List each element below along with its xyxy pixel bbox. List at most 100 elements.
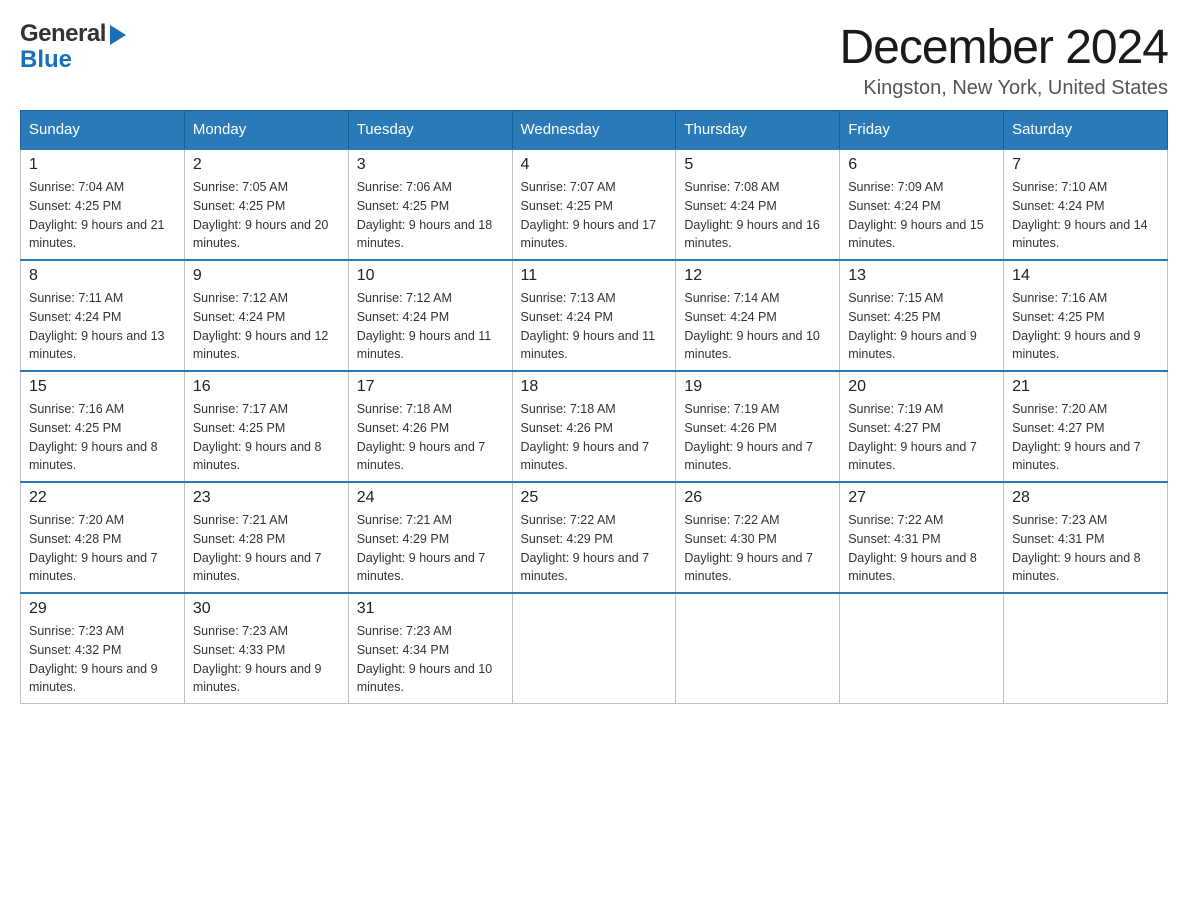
day-info: Sunrise: 7:17 AM Sunset: 4:25 PM Dayligh… (193, 400, 340, 475)
day-info: Sunrise: 7:14 AM Sunset: 4:24 PM Dayligh… (684, 289, 831, 364)
daylight-label: Daylight: 9 hours and 9 minutes. (193, 662, 322, 695)
sunset-label: Sunset: 4:25 PM (357, 199, 449, 213)
day-cell: 11 Sunrise: 7:13 AM Sunset: 4:24 PM Dayl… (512, 260, 676, 371)
daylight-label: Daylight: 9 hours and 7 minutes. (193, 551, 322, 584)
sunset-label: Sunset: 4:25 PM (848, 310, 940, 324)
day-number: 2 (193, 156, 340, 174)
day-cell: 10 Sunrise: 7:12 AM Sunset: 4:24 PM Dayl… (348, 260, 512, 371)
col-header-tuesday: Tuesday (348, 111, 512, 150)
sunset-label: Sunset: 4:27 PM (848, 421, 940, 435)
sunrise-label: Sunrise: 7:12 AM (193, 291, 288, 305)
daylight-label: Daylight: 9 hours and 9 minutes. (29, 662, 158, 695)
col-header-sunday: Sunday (21, 111, 185, 150)
day-number: 25 (521, 489, 668, 507)
sunset-label: Sunset: 4:30 PM (684, 532, 776, 546)
day-number: 24 (357, 489, 504, 507)
daylight-label: Daylight: 9 hours and 18 minutes. (357, 218, 493, 251)
sunset-label: Sunset: 4:27 PM (1012, 421, 1104, 435)
day-cell: 22 Sunrise: 7:20 AM Sunset: 4:28 PM Dayl… (21, 482, 185, 593)
day-info: Sunrise: 7:10 AM Sunset: 4:24 PM Dayligh… (1012, 178, 1159, 253)
daylight-label: Daylight: 9 hours and 12 minutes. (193, 329, 329, 362)
sunset-label: Sunset: 4:26 PM (521, 421, 613, 435)
day-cell: 24 Sunrise: 7:21 AM Sunset: 4:29 PM Dayl… (348, 482, 512, 593)
day-cell (1004, 593, 1168, 704)
day-cell: 6 Sunrise: 7:09 AM Sunset: 4:24 PM Dayli… (840, 149, 1004, 260)
sunset-label: Sunset: 4:24 PM (684, 310, 776, 324)
sunrise-label: Sunrise: 7:19 AM (848, 402, 943, 416)
day-cell: 7 Sunrise: 7:10 AM Sunset: 4:24 PM Dayli… (1004, 149, 1168, 260)
sunset-label: Sunset: 4:31 PM (1012, 532, 1104, 546)
daylight-label: Daylight: 9 hours and 7 minutes. (521, 440, 650, 473)
sunset-label: Sunset: 4:24 PM (29, 310, 121, 324)
day-number: 27 (848, 489, 995, 507)
title-block: December 2024 Kingston, New York, United… (839, 20, 1168, 100)
daylight-label: Daylight: 9 hours and 11 minutes. (521, 329, 656, 362)
day-number: 15 (29, 378, 176, 396)
daylight-label: Daylight: 9 hours and 21 minutes. (29, 218, 165, 251)
day-cell: 18 Sunrise: 7:18 AM Sunset: 4:26 PM Dayl… (512, 371, 676, 482)
day-cell: 26 Sunrise: 7:22 AM Sunset: 4:30 PM Dayl… (676, 482, 840, 593)
day-info: Sunrise: 7:09 AM Sunset: 4:24 PM Dayligh… (848, 178, 995, 253)
sunrise-label: Sunrise: 7:10 AM (1012, 180, 1107, 194)
day-cell: 8 Sunrise: 7:11 AM Sunset: 4:24 PM Dayli… (21, 260, 185, 371)
day-info: Sunrise: 7:12 AM Sunset: 4:24 PM Dayligh… (357, 289, 504, 364)
daylight-label: Daylight: 9 hours and 8 minutes. (193, 440, 322, 473)
day-info: Sunrise: 7:23 AM Sunset: 4:34 PM Dayligh… (357, 622, 504, 697)
week-row-5: 29 Sunrise: 7:23 AM Sunset: 4:32 PM Dayl… (21, 593, 1168, 704)
sunrise-label: Sunrise: 7:09 AM (848, 180, 943, 194)
sunset-label: Sunset: 4:24 PM (1012, 199, 1104, 213)
day-number: 5 (684, 156, 831, 174)
day-number: 6 (848, 156, 995, 174)
day-cell: 30 Sunrise: 7:23 AM Sunset: 4:33 PM Dayl… (184, 593, 348, 704)
sunset-label: Sunset: 4:26 PM (684, 421, 776, 435)
sunrise-label: Sunrise: 7:07 AM (521, 180, 616, 194)
sunrise-label: Sunrise: 7:13 AM (521, 291, 616, 305)
sunrise-label: Sunrise: 7:20 AM (1012, 402, 1107, 416)
day-number: 23 (193, 489, 340, 507)
sunset-label: Sunset: 4:25 PM (29, 421, 121, 435)
day-cell: 19 Sunrise: 7:19 AM Sunset: 4:26 PM Dayl… (676, 371, 840, 482)
day-number: 30 (193, 600, 340, 618)
col-header-wednesday: Wednesday (512, 111, 676, 150)
sunrise-label: Sunrise: 7:14 AM (684, 291, 779, 305)
daylight-label: Daylight: 9 hours and 7 minutes. (684, 551, 813, 584)
day-cell: 25 Sunrise: 7:22 AM Sunset: 4:29 PM Dayl… (512, 482, 676, 593)
day-number: 20 (848, 378, 995, 396)
sunrise-label: Sunrise: 7:06 AM (357, 180, 452, 194)
day-info: Sunrise: 7:18 AM Sunset: 4:26 PM Dayligh… (521, 400, 668, 475)
sunrise-label: Sunrise: 7:12 AM (357, 291, 452, 305)
day-cell: 15 Sunrise: 7:16 AM Sunset: 4:25 PM Dayl… (21, 371, 185, 482)
sunset-label: Sunset: 4:29 PM (357, 532, 449, 546)
daylight-label: Daylight: 9 hours and 7 minutes. (848, 440, 977, 473)
sunrise-label: Sunrise: 7:16 AM (29, 402, 124, 416)
day-info: Sunrise: 7:20 AM Sunset: 4:27 PM Dayligh… (1012, 400, 1159, 475)
daylight-label: Daylight: 9 hours and 7 minutes. (29, 551, 158, 584)
day-info: Sunrise: 7:22 AM Sunset: 4:31 PM Dayligh… (848, 511, 995, 586)
day-info: Sunrise: 7:19 AM Sunset: 4:27 PM Dayligh… (848, 400, 995, 475)
week-row-3: 15 Sunrise: 7:16 AM Sunset: 4:25 PM Dayl… (21, 371, 1168, 482)
daylight-label: Daylight: 9 hours and 17 minutes. (521, 218, 657, 251)
sunset-label: Sunset: 4:32 PM (29, 643, 121, 657)
daylight-label: Daylight: 9 hours and 7 minutes. (357, 440, 486, 473)
sunset-label: Sunset: 4:25 PM (29, 199, 121, 213)
day-info: Sunrise: 7:23 AM Sunset: 4:31 PM Dayligh… (1012, 511, 1159, 586)
sunrise-label: Sunrise: 7:15 AM (848, 291, 943, 305)
day-number: 29 (29, 600, 176, 618)
day-cell: 12 Sunrise: 7:14 AM Sunset: 4:24 PM Dayl… (676, 260, 840, 371)
daylight-label: Daylight: 9 hours and 13 minutes. (29, 329, 165, 362)
day-cell: 21 Sunrise: 7:20 AM Sunset: 4:27 PM Dayl… (1004, 371, 1168, 482)
sunrise-label: Sunrise: 7:20 AM (29, 513, 124, 527)
day-info: Sunrise: 7:20 AM Sunset: 4:28 PM Dayligh… (29, 511, 176, 586)
week-row-2: 8 Sunrise: 7:11 AM Sunset: 4:24 PM Dayli… (21, 260, 1168, 371)
sunset-label: Sunset: 4:25 PM (1012, 310, 1104, 324)
day-number: 21 (1012, 378, 1159, 396)
daylight-label: Daylight: 9 hours and 9 minutes. (1012, 329, 1141, 362)
col-header-thursday: Thursday (676, 111, 840, 150)
day-info: Sunrise: 7:05 AM Sunset: 4:25 PM Dayligh… (193, 178, 340, 253)
day-cell: 27 Sunrise: 7:22 AM Sunset: 4:31 PM Dayl… (840, 482, 1004, 593)
day-info: Sunrise: 7:18 AM Sunset: 4:26 PM Dayligh… (357, 400, 504, 475)
sunrise-label: Sunrise: 7:11 AM (29, 291, 123, 305)
day-number: 12 (684, 267, 831, 285)
day-cell: 28 Sunrise: 7:23 AM Sunset: 4:31 PM Dayl… (1004, 482, 1168, 593)
day-cell: 16 Sunrise: 7:17 AM Sunset: 4:25 PM Dayl… (184, 371, 348, 482)
